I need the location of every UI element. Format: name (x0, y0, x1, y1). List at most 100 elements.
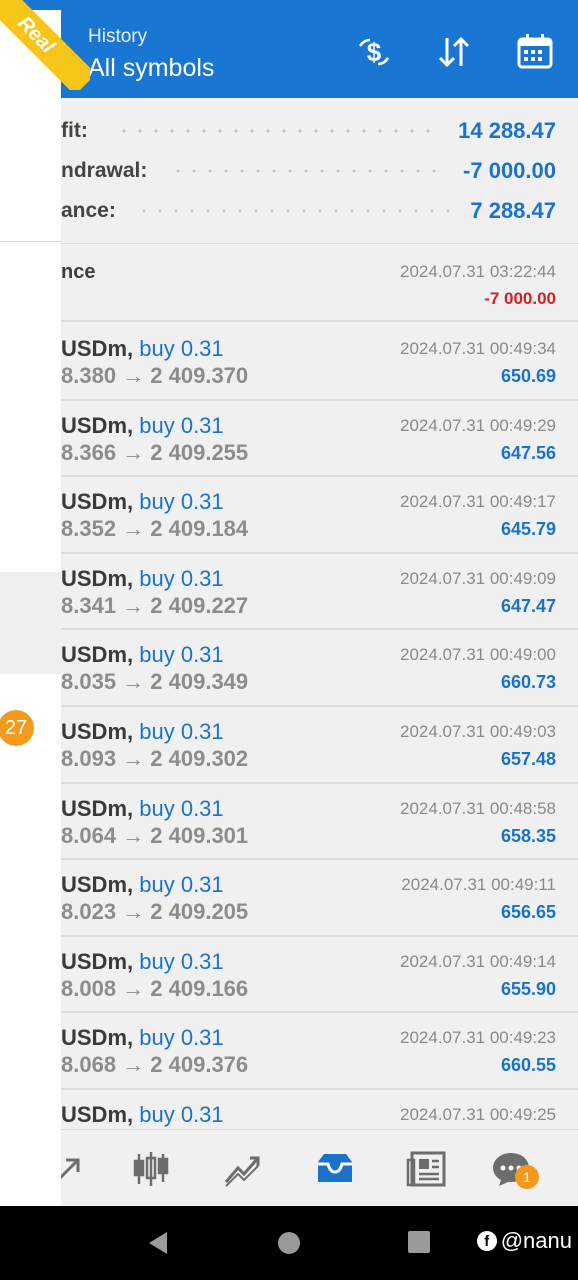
sort-icon[interactable] (434, 32, 474, 72)
dotted-leader (136, 209, 456, 213)
trade-row[interactable]: USDm, buy 0.31 8.341 → 2 409.227 2024.07.3… (0, 554, 578, 631)
summary-withdrawal-row: ndrawal: -7 000.00 (0, 151, 578, 191)
trade-symbol: USDm, buy 0.31 (61, 872, 224, 898)
home-icon[interactable] (276, 1230, 302, 1261)
header-subtitle: History (88, 26, 148, 47)
symbol-name: USDm, (61, 642, 134, 668)
trade-profit: 655.90 (500, 978, 556, 999)
side-drawer[interactable]: 27 (0, 10, 61, 1206)
trade-side: buy 0.31 (139, 872, 224, 898)
trade-row[interactable]: USDm, buy 0.31 8.023 → 2 409.205 2024.07.3… (0, 860, 578, 937)
trade-prices: 8.341 → 2 409.227 (61, 592, 249, 618)
symbol-name: USDm, (61, 872, 134, 898)
trade-symbol: USDm, buy 0.31 (61, 489, 224, 515)
trade-profit: 645.79 (500, 519, 556, 540)
trade-row[interactable]: USDm, buy 0.31 8.352 → 2 409.184 2024.07.3… (0, 477, 578, 554)
drawer-selected-item[interactable] (0, 572, 61, 674)
back-icon[interactable] (145, 1230, 171, 1261)
trade-row[interactable]: USDm, buy 0.31 8.064 → 2 409.301 2024.07.3… (0, 784, 578, 861)
summary-label: ance: (61, 199, 116, 222)
summary-profit-row: fit: 14 288.47 (0, 111, 578, 151)
balance-entry[interactable]: nce 2024.07.31 03:22:44 -7 000.00 (0, 244, 578, 322)
trade-profit: 657.48 (500, 749, 556, 769)
entry-amount: -7 000.00 (484, 289, 556, 308)
symbol-name: USDm, (61, 795, 134, 821)
summary-balance-row: ance: 7 288.47 (0, 191, 578, 231)
trade-time: 2024.07.31 00:49:29 (400, 415, 556, 435)
trade-time: 2024.07.31 00:49:14 (400, 951, 556, 971)
chat-notification-badge: 1 (515, 1165, 539, 1189)
summary-label: fit: (61, 119, 88, 142)
header-title[interactable]: All symbols (88, 54, 214, 83)
trade-prices: 8.068 → 2 409.376 (61, 1052, 249, 1078)
summary-value: 7 288.47 (470, 198, 556, 223)
android-navigation-bar: f @nanu (0, 1206, 578, 1280)
summary-value: 14 288.47 (458, 118, 556, 143)
symbol-name: USDm, (61, 719, 134, 744)
drawer-notification-badge[interactable]: 27 (0, 710, 34, 746)
symbol-name: USDm, (61, 565, 134, 591)
trade-side: buy 0.31 (139, 1102, 224, 1127)
trade-side: buy 0.31 (139, 565, 224, 591)
trade-side: buy 0.31 (139, 1025, 224, 1051)
bottom-navigation (0, 1129, 578, 1206)
trade-prices: 8.093 → 2 409.302 (61, 746, 249, 771)
watermark-text: @nanu (500, 1228, 572, 1253)
trade-prices: 8.023 → 2 409.205 (61, 899, 249, 925)
trade-symbol: USDm, buy 0.31 (61, 796, 224, 822)
trade-time: 2024.07.31 00:48:58 (400, 798, 556, 818)
calendar-icon[interactable] (515, 32, 555, 72)
watermark: f @nanu (476, 1228, 572, 1254)
trade-symbol: USDm, buy 0.31 (61, 336, 224, 362)
trade-row[interactable]: USDm, buy 0.31 8.380 → 2 409.370 2024.07.3… (0, 324, 578, 401)
symbol-name: USDm, (61, 1102, 134, 1127)
trade-row[interactable]: USDm, buy 0.31 8.068 → 2 409.376 2024.07.3… (0, 1013, 578, 1090)
symbol-name: USDm, (61, 412, 134, 438)
balance-label: nce (61, 261, 96, 283)
trade-symbol: USDm, buy 0.31 (61, 719, 224, 745)
account-type-ribbon: Real (0, 0, 90, 90)
trade-side: buy 0.31 (139, 795, 224, 821)
trade-profit: 658.35 (500, 825, 556, 846)
symbol-name: USDm, (61, 948, 134, 974)
trend-chart-icon[interactable] (222, 1148, 264, 1190)
trade-profit: 660.73 (500, 672, 556, 693)
trade-prices: 8.380 → 2 409.370 (61, 363, 249, 388)
deposit-dollar-icon[interactable]: $ (354, 32, 394, 72)
trade-prices: 8.366 → 2 409.255 (61, 439, 249, 465)
trade-row[interactable]: USDm, buy 0.31 8.008 → 2 409.166 2024.07.3… (0, 937, 578, 1014)
trade-side: buy 0.31 (139, 642, 224, 668)
dotted-leader (116, 129, 436, 133)
trade-row[interactable]: USDm, buy 0.31 8.366 → 2 409.255 2024.07.3… (0, 401, 578, 478)
trade-row[interactable]: USDm, buy 0.31 8.093 → 2 409.302 2024.07.3… (0, 707, 578, 784)
symbol-name: USDm, (61, 336, 134, 361)
trade-profit: 647.56 (500, 442, 556, 463)
trade-time: 2024.07.31 00:49:25 (400, 1105, 556, 1124)
trade-side: buy 0.31 (139, 412, 224, 438)
summary-value: -7 000.00 (463, 158, 556, 183)
candlestick-chart-icon[interactable] (130, 1148, 172, 1190)
summary-label: ndrawal: (61, 159, 148, 182)
history-list[interactable]: nce 2024.07.31 03:22:44 -7 000.00 USDm, … (0, 244, 578, 1129)
trade-side: buy 0.31 (139, 336, 224, 361)
trade-prices: 8.352 → 2 409.184 (61, 516, 249, 542)
facebook-icon: f (476, 1231, 497, 1251)
history-inbox-icon[interactable] (314, 1148, 356, 1190)
recents-icon[interactable] (407, 1230, 431, 1259)
trade-side: buy 0.31 (139, 948, 224, 974)
trade-symbol: USDm, buy 0.31 (61, 413, 224, 439)
drawer-divider (0, 241, 61, 242)
trade-row[interactable]: USDm, buy 0.31 2024.07.31 00:49:25 (0, 1090, 578, 1129)
dotted-leader (170, 169, 440, 173)
trade-time: 2024.07.31 00:49:03 (400, 722, 556, 741)
entry-time: 2024.07.31 03:22:44 (400, 262, 556, 281)
trade-side: buy 0.31 (139, 719, 224, 744)
trade-symbol: USDm, buy 0.31 (61, 642, 224, 668)
trade-time: 2024.07.31 00:49:00 (400, 645, 556, 665)
trade-symbol: USDm, buy 0.31 (61, 1102, 224, 1128)
trade-profit: 656.65 (500, 902, 556, 923)
trade-row[interactable]: USDm, buy 0.31 8.035 → 2 409.349 2024.07.3… (0, 630, 578, 707)
news-icon[interactable] (406, 1148, 448, 1190)
trade-symbol: USDm, buy 0.31 (61, 566, 224, 592)
trade-time: 2024.07.31 00:49:11 (401, 875, 556, 895)
